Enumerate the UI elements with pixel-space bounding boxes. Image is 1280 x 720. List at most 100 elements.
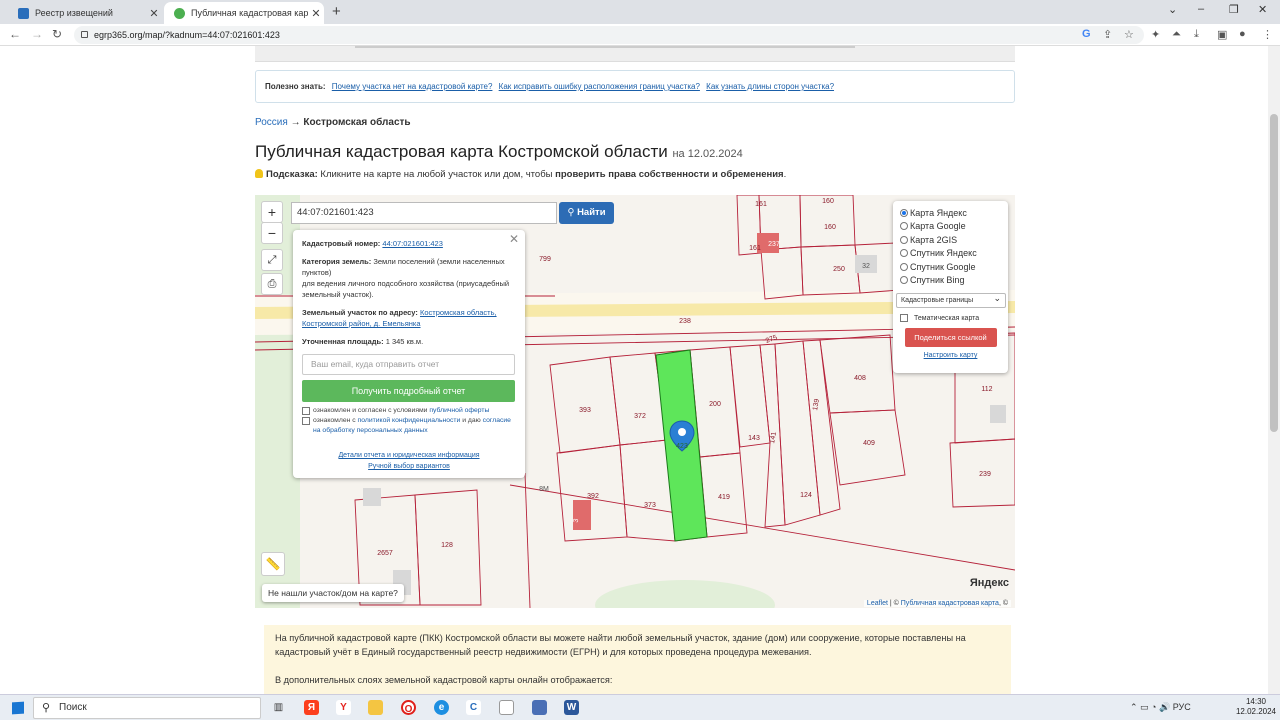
sidebar-icon[interactable]: ▣ xyxy=(1217,28,1227,41)
word-icon[interactable]: W xyxy=(564,700,579,715)
radio-icon[interactable] xyxy=(900,222,908,231)
google-icon[interactable]: G xyxy=(1082,28,1091,40)
parcel-label: 372 xyxy=(634,413,646,420)
offer-link[interactable]: публичной оферты xyxy=(429,407,489,414)
offer-checkbox[interactable] xyxy=(302,407,310,415)
forward-icon[interactable]: → xyxy=(31,27,43,41)
window-close-button[interactable]: ✕ xyxy=(1258,3,1267,16)
share-icon[interactable]: ⇪ xyxy=(1103,28,1112,41)
thematic-label: Тематическая карта xyxy=(914,314,980,322)
tip-link-missing[interactable]: Почему участка нет на кадастровой карте? xyxy=(332,82,493,91)
extensions-icon[interactable]: ✦ xyxy=(1151,28,1160,41)
new-tab-button[interactable]: + xyxy=(332,3,341,20)
cad-number-label: Кадастровый номер: xyxy=(302,239,381,248)
parcel-label: 392 xyxy=(587,493,599,500)
parcel-popup: ✕ Кадастровый номер: 44:07:021601:423 Ка… xyxy=(293,230,525,478)
profile-icon[interactable]: ● xyxy=(1239,28,1246,40)
app-person-icon[interactable] xyxy=(532,700,547,715)
find-button[interactable]: ⚲ Найти xyxy=(559,202,614,224)
scrollbar[interactable] xyxy=(1268,46,1280,694)
flask-icon[interactable]: ⏶ xyxy=(1172,28,1181,41)
category-row: Категория земель: Земли поселений (земли… xyxy=(302,256,516,300)
radio-icon[interactable] xyxy=(900,208,908,217)
close-icon[interactable]: ✕ xyxy=(509,232,519,246)
top-banner xyxy=(255,46,1015,62)
close-icon[interactable]: ✕ xyxy=(308,7,324,20)
parcel-label: 139 xyxy=(812,398,821,411)
back-icon[interactable]: ← xyxy=(9,27,21,41)
privacy-link[interactable]: политикой конфиденциальности xyxy=(358,417,461,424)
layer-2gis-map[interactable]: Карта 2GIS xyxy=(900,233,1001,247)
radio-icon[interactable] xyxy=(900,235,908,244)
layer-label: Спутник Google xyxy=(910,261,976,272)
yandex-icon[interactable]: Y xyxy=(336,700,351,715)
tray-icons[interactable]: ⌃ ▭ ◔ 🔊 РУС xyxy=(1130,702,1191,713)
layer-yandex-map[interactable]: Карта Яндекс xyxy=(900,206,1001,220)
opera-icon[interactable]: O xyxy=(401,700,416,715)
leaflet-link[interactable]: Leaflet xyxy=(867,600,888,607)
yandex-browser-icon[interactable]: Я xyxy=(304,700,319,715)
minimize-button[interactable]: – xyxy=(1198,3,1204,15)
layer-google-map[interactable]: Карта Google xyxy=(900,220,1001,234)
not-found-button[interactable]: Не нашли участок/дом на карте? xyxy=(262,584,404,602)
thematic-checkbox[interactable] xyxy=(900,314,908,322)
folder-icon[interactable] xyxy=(368,700,383,715)
radio-icon[interactable] xyxy=(900,276,908,285)
app-c-icon[interactable]: C xyxy=(466,700,481,715)
cad-number-link[interactable]: 44:07:021601:423 xyxy=(382,239,442,248)
thematic-checkbox-row[interactable]: Тематическая карта xyxy=(900,314,1001,322)
breadcrumb: Россия → Костромская область xyxy=(255,117,411,128)
tab-pkk[interactable]: Публичная кадастровая карта К ✕ xyxy=(164,2,324,24)
cadastral-map[interactable]: 161 160 161 250 32 160 799 238 275 393 3… xyxy=(255,195,1015,608)
chevron-down-icon[interactable]: ⌄ xyxy=(1168,3,1177,16)
scrollbar-thumb[interactable] xyxy=(1270,114,1278,432)
tip-link-fix[interactable]: Как исправить ошибку расположения границ… xyxy=(499,82,700,91)
taskbar-search[interactable]: ⚲ Поиск xyxy=(33,697,261,719)
layer-label: Спутник Bing xyxy=(910,275,965,286)
print-icon[interactable]: ⎙ xyxy=(261,273,283,295)
layer-yandex-sat[interactable]: Спутник Яндекс xyxy=(900,247,1001,261)
radio-icon[interactable] xyxy=(900,249,908,258)
close-icon[interactable]: ✕ xyxy=(146,7,162,20)
zoom-out-button[interactable]: − xyxy=(261,222,283,244)
tip-link-lengths[interactable]: Как узнать длины сторон участка? xyxy=(706,82,834,91)
zoom-in-button[interactable]: + xyxy=(261,201,283,223)
privacy-checkbox[interactable] xyxy=(302,417,310,425)
edge-icon[interactable]: e xyxy=(434,700,449,715)
menu-icon[interactable]: ⋮ xyxy=(1262,28,1273,41)
details-link[interactable]: Детали отчета и юридическая информация xyxy=(338,452,479,459)
page-title-text: Публичная кадастровая карта Костромской … xyxy=(255,142,668,161)
address-row: Земельный участок по адресу: Костромская… xyxy=(302,307,516,329)
browser-tab-bar: Реестр извещений ✕ Публичная кадастровая… xyxy=(0,0,1280,24)
lang-indicator[interactable]: РУС xyxy=(1173,702,1191,712)
file-icon[interactable] xyxy=(499,700,514,715)
offer-checkbox-row[interactable]: ознакомлен и согласен с условиями публич… xyxy=(302,406,516,416)
clock[interactable]: 14:30 12.02.2024 xyxy=(1236,697,1276,717)
pkk-link[interactable]: Публичная кадастровая карта xyxy=(901,600,999,607)
download-icon[interactable]: ⤓ xyxy=(1194,28,1199,41)
layer-bing-sat[interactable]: Спутник Bing xyxy=(900,274,1001,288)
hint-end: . xyxy=(783,169,787,180)
restore-button[interactable]: ❐ xyxy=(1229,3,1239,16)
configure-map-link[interactable]: Настроить карту xyxy=(900,352,1001,359)
task-view-icon[interactable]: ▥ xyxy=(271,700,286,715)
reload-icon[interactable]: ↻ xyxy=(52,27,62,41)
windows-start-icon[interactable] xyxy=(12,701,24,715)
layer-google-sat[interactable]: Спутник Google xyxy=(900,260,1001,274)
star-icon[interactable]: ☆ xyxy=(1124,28,1134,41)
manual-choice-link[interactable]: Ручной выбор вариантов xyxy=(368,463,450,470)
breadcrumb-root[interactable]: Россия xyxy=(255,117,288,128)
ruler-icon[interactable]: 📏 xyxy=(261,552,285,576)
parcel-label: 160 xyxy=(824,224,836,231)
get-report-button[interactable]: Получить подробный отчет xyxy=(302,380,515,402)
share-link-button[interactable]: Поделиться ссылкой xyxy=(904,328,997,347)
email-field[interactable]: Ваш email, куда отправить отчет xyxy=(302,354,515,375)
fullscreen-icon[interactable]: ⤢ xyxy=(261,249,283,271)
overlay-select[interactable]: Кадастровые границы xyxy=(896,292,1006,308)
cadastral-search-input[interactable]: 44:07:021601:423 xyxy=(291,202,557,224)
url-input[interactable]: egrp365.org/map/?kadnum=44:07:021601:423 xyxy=(74,26,1144,44)
tab-reestr[interactable]: Реестр извещений ✕ xyxy=(8,2,162,24)
privacy-checkbox-row[interactable]: ознакомлен с политикой конфиденциальност… xyxy=(302,416,516,436)
radio-icon[interactable] xyxy=(900,262,908,271)
breadcrumb-sep: → xyxy=(290,117,301,128)
